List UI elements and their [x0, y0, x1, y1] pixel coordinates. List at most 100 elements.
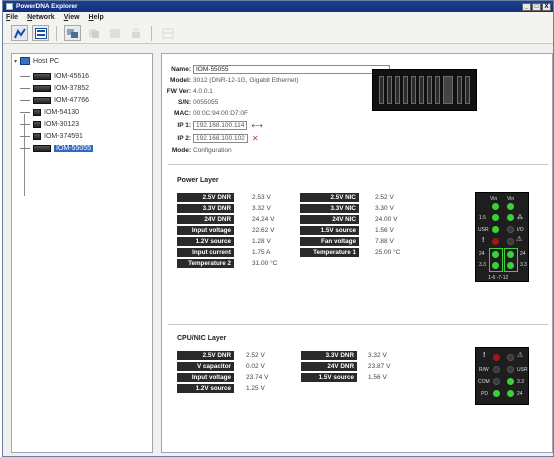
list-icon[interactable]	[32, 25, 49, 41]
cpu-value: 23.87 V	[368, 363, 391, 370]
cpu-value: 23.74 V	[246, 374, 269, 381]
host-pc-icon	[20, 57, 31, 65]
info-sn: S/N: 0055055	[178, 98, 219, 106]
cpu-label: 2.5V DNR	[177, 351, 234, 360]
rw-led	[493, 366, 500, 373]
power-value: 2.53 V	[252, 194, 271, 201]
vin-led	[507, 203, 514, 210]
cpu-label: 1.2V source	[177, 384, 234, 393]
menu-network[interactable]: Network	[27, 14, 55, 21]
error-led	[493, 354, 500, 361]
toolbar-separator	[56, 25, 57, 41]
info-ip2: IP 2: 192.168.100.102 ✕	[177, 133, 259, 143]
info-name: Name: IOM-55055	[162, 64, 390, 74]
info-mode: Mode: Configuration	[171, 146, 232, 154]
device-icon	[33, 108, 41, 116]
settings-icon[interactable]	[159, 25, 176, 41]
tree-root[interactable]: ▾ Host PC	[12, 56, 152, 66]
info-icon: !	[482, 237, 485, 244]
menu-bar: File Network View Help	[3, 12, 553, 23]
toolbar	[3, 23, 553, 44]
cpu-value: 0.02 V	[246, 363, 265, 370]
power-label: Input current	[177, 248, 234, 257]
power-label: 3.3V DNR	[177, 204, 234, 213]
pd-led	[493, 390, 500, 397]
link-icon[interactable]: ⟷	[251, 121, 262, 130]
led	[492, 262, 499, 269]
cpu-label: Input voltage	[177, 373, 234, 382]
cpu-led-panel: ! ⚠ R/W USR COM 3.3 PD 24	[475, 347, 529, 405]
power-value: 7.88 V	[375, 238, 394, 245]
power-label: 1.2V source	[177, 237, 234, 246]
error-led	[492, 238, 499, 245]
tree-item[interactable]: IOM-45616	[12, 70, 152, 82]
ip2-field[interactable]: 192.168.100.102	[193, 133, 248, 143]
power-value: 3.32 V	[252, 205, 271, 212]
expand-icon[interactable]: ▾	[14, 58, 17, 65]
power-value: 25.00 °C	[375, 249, 401, 256]
power-label: 24V DNR	[177, 215, 234, 224]
power-label: 1.5V source	[300, 226, 359, 235]
warning-icon: ⚠	[517, 352, 524, 359]
power-value: 22.62 V	[252, 227, 275, 234]
tree-item[interactable]: IOM-37852	[12, 82, 152, 94]
led	[507, 238, 514, 245]
power-layer-title: Power Layer	[177, 177, 219, 184]
vin-led	[492, 203, 499, 210]
power-value: 1.75 A	[252, 249, 271, 256]
tree-item[interactable]: IOM-30123	[12, 118, 152, 130]
cpu-layer-title: CPU/NIC Layer	[177, 335, 227, 342]
led	[507, 262, 514, 269]
device-icon	[33, 96, 51, 104]
section-divider	[168, 324, 548, 325]
export-icon[interactable]	[106, 25, 123, 41]
led	[492, 214, 499, 221]
info-icon: !	[483, 352, 486, 359]
tree-item[interactable]: IOM-374591	[12, 130, 152, 142]
cpu-label: 3.3V DNR	[301, 351, 357, 360]
disconnected-icon[interactable]: ✕	[252, 134, 259, 143]
maximize-button[interactable]: □	[532, 2, 541, 11]
device-icon	[33, 72, 51, 80]
title-bar: PowerDNA Explorer _ □ X	[3, 1, 553, 12]
power-led-panel: Vin Vin 1.5 ⁂ USR I/O ! ⚠ 24 24 3.3 3.3 …	[475, 192, 529, 282]
device-tree: ▾ Host PC IOM-45616 IOM-37852 IOM-47766 …	[11, 53, 153, 453]
power-label: 3.3V NIC	[300, 204, 359, 213]
tree-item[interactable]: IOM-47766	[12, 94, 152, 106]
section-divider	[168, 164, 548, 165]
led	[507, 378, 514, 385]
chassis-image	[372, 69, 477, 111]
power-value: 3.30 V	[375, 205, 394, 212]
power-value: 24.00 V	[375, 216, 398, 223]
tree-root-label: Host PC	[33, 57, 60, 65]
usr-led	[492, 226, 499, 233]
cpu-value: 3.32 V	[368, 352, 387, 359]
device-view-icon[interactable]	[11, 25, 28, 41]
toolbar-separator	[151, 25, 152, 41]
usr-led	[507, 366, 514, 373]
name-input[interactable]: IOM-55055	[193, 64, 390, 74]
cpu-label: 24V DNR	[301, 362, 357, 371]
cpu-value: 2.52 V	[246, 352, 265, 359]
power-label: Temperature 2	[177, 259, 234, 268]
tree-item[interactable]: IOM-54130	[12, 106, 152, 118]
menu-help[interactable]: Help	[89, 14, 104, 21]
copy-icon[interactable]	[85, 25, 102, 41]
led	[507, 390, 514, 397]
ip1-field[interactable]: 192.168.100.114	[193, 120, 248, 130]
minimize-button[interactable]: _	[522, 2, 531, 11]
close-button[interactable]: X	[542, 2, 551, 11]
power-value: 24.24 V	[252, 216, 275, 223]
power-label: 2.5V NIC	[300, 193, 359, 202]
info-mac: MAC: 00:0C:94:00:D7:0F	[174, 109, 248, 117]
tree-item-selected[interactable]: IOM-55055	[12, 142, 152, 154]
menu-file[interactable]: File	[6, 14, 18, 21]
refresh-icon[interactable]	[64, 25, 81, 41]
window-title: PowerDNA Explorer	[16, 3, 78, 10]
device-details-panel: Name: IOM-55055 Model: 3012 (DNR-12-1G, …	[161, 53, 553, 453]
lock-icon[interactable]	[127, 25, 144, 41]
cpu-label: V capacitor	[177, 362, 234, 371]
power-value: 2.52 V	[375, 194, 394, 201]
menu-view[interactable]: View	[64, 14, 80, 21]
cpu-label: 1.5V source	[301, 373, 357, 382]
